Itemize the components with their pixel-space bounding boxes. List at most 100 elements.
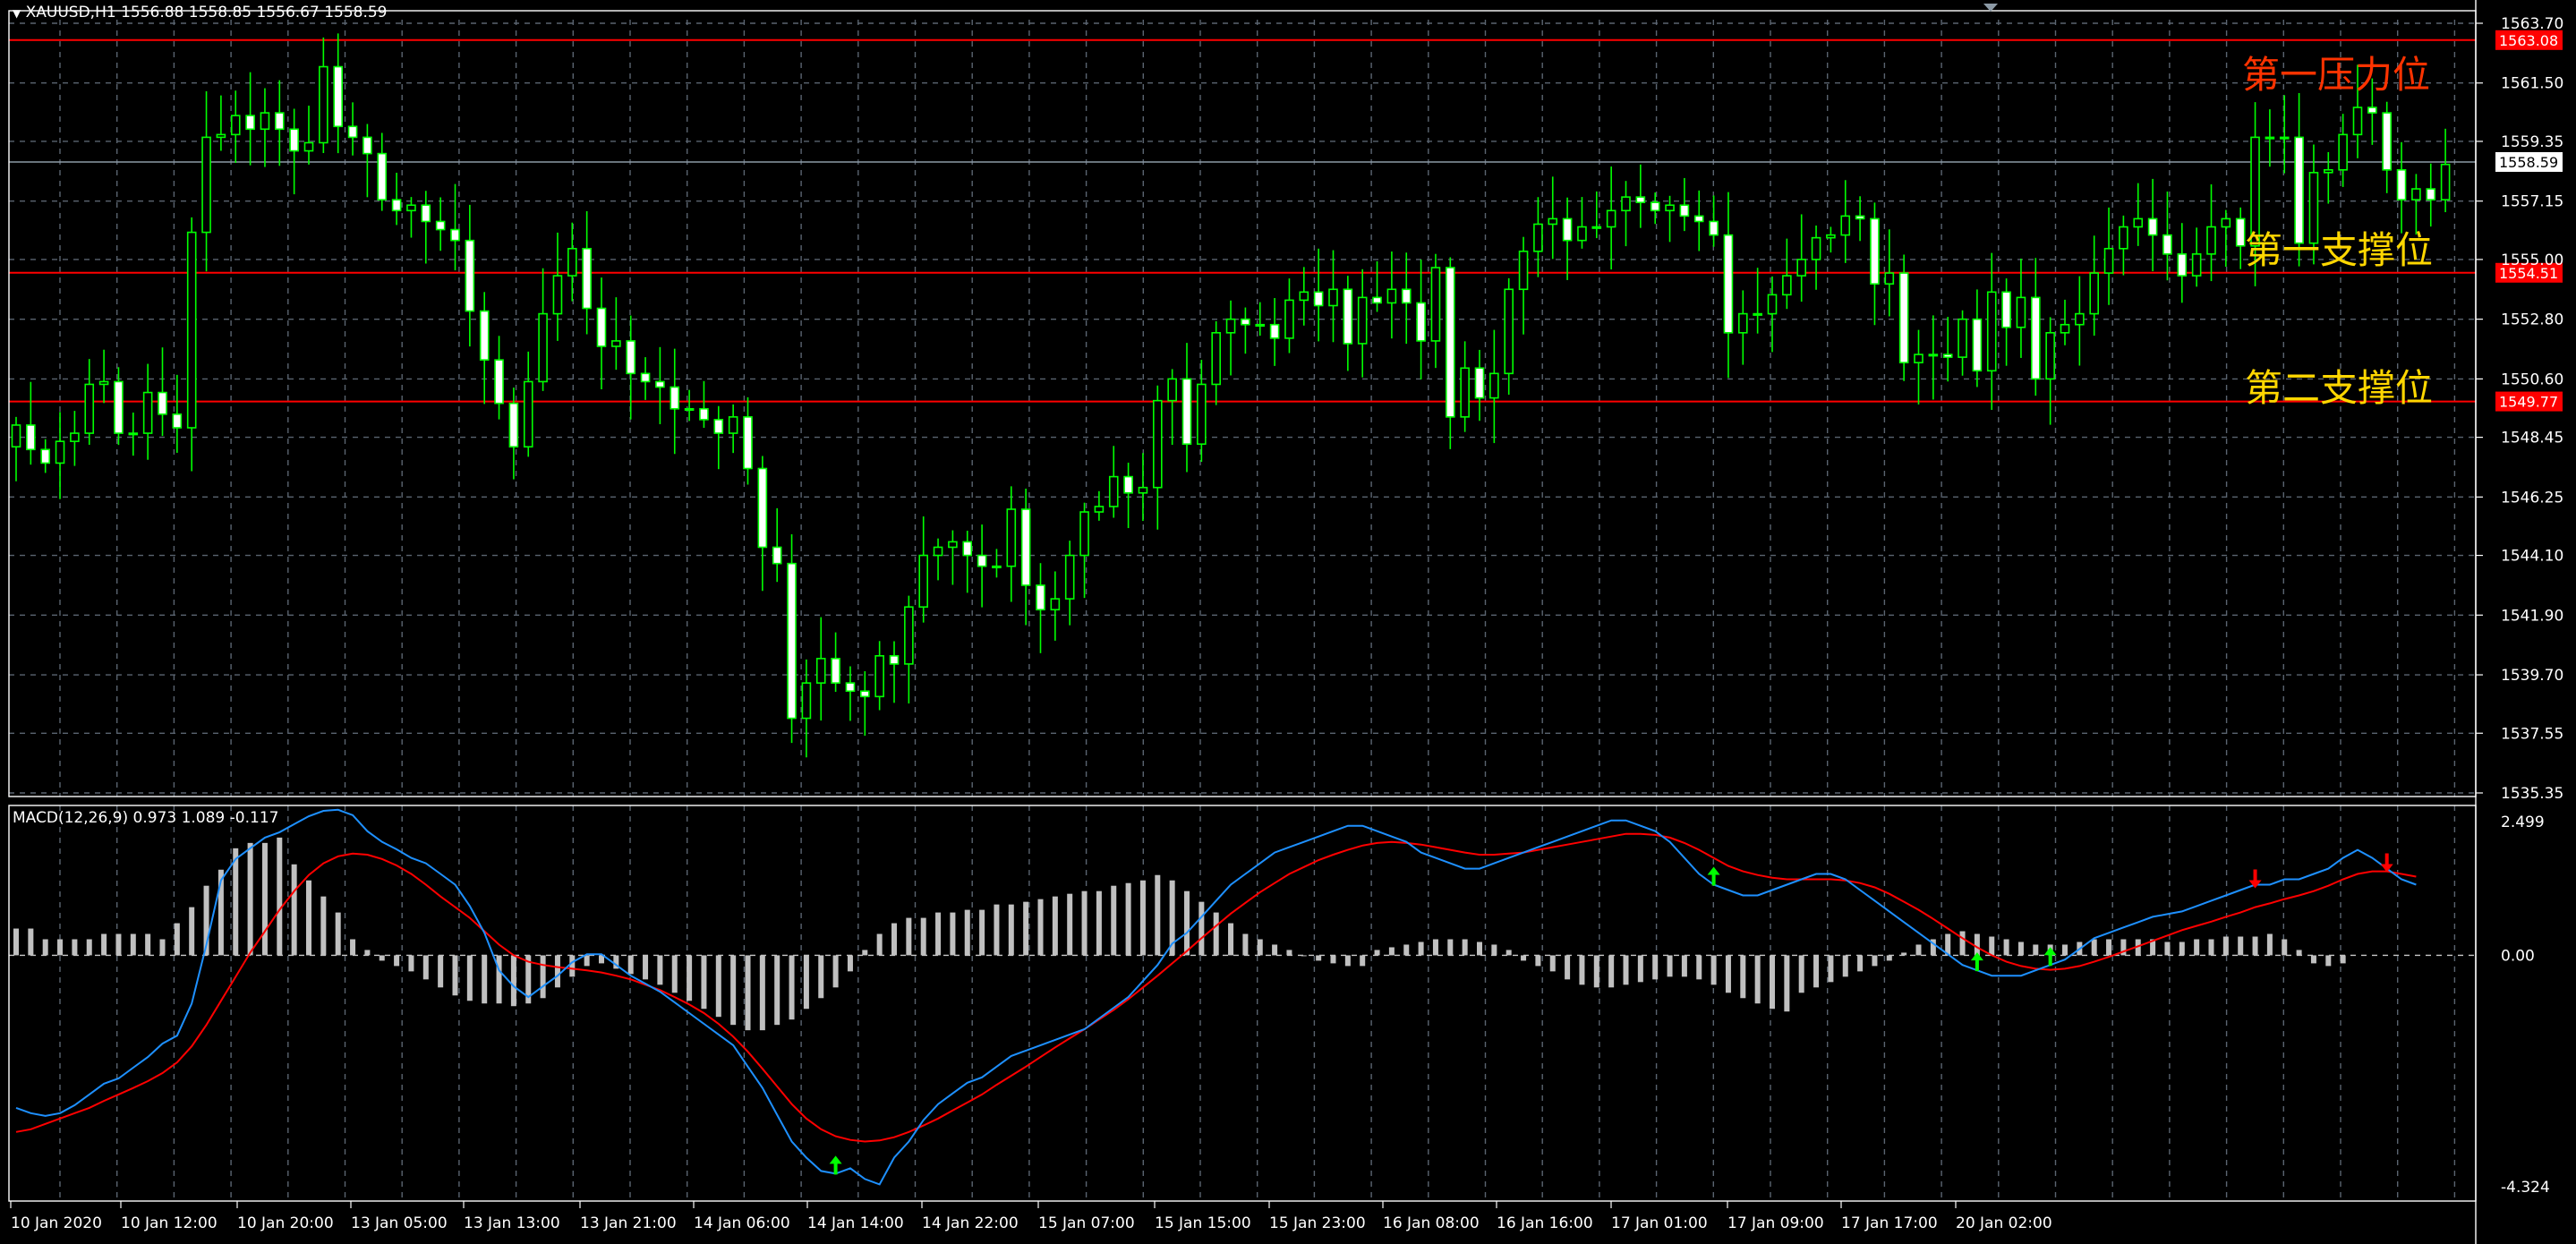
candle-body-bear — [1562, 217, 1573, 242]
histogram-bar — [2208, 939, 2214, 956]
histogram-bar — [759, 955, 765, 1031]
time-tick-label: 15 Jan 07:00 — [1038, 1214, 1135, 1232]
histogram-bar — [1125, 882, 1131, 956]
histogram-bar — [1023, 901, 1029, 956]
histogram-bar — [1418, 942, 1424, 956]
histogram-bar — [174, 923, 180, 956]
histogram-bar — [1081, 890, 1088, 956]
candle-body-bull — [1006, 508, 1017, 567]
histogram-bar — [1901, 952, 1907, 956]
candle-body-bull — [98, 380, 109, 386]
candle-body-bull — [1884, 272, 1895, 285]
candle-body-bear — [158, 391, 167, 415]
histogram-bar — [1008, 904, 1014, 956]
histogram-bar — [28, 928, 34, 956]
candle-body-bull — [1197, 383, 1207, 445]
sell-arrow-icon — [2380, 853, 2393, 873]
candle-body-bear — [26, 424, 36, 451]
histogram-bar — [1915, 944, 1922, 956]
time-tick-label: 17 Jan 17:00 — [1841, 1214, 1938, 1232]
macd-header: MACD(12,26,9) 0.973 1.089 -0.117 — [13, 809, 279, 827]
candle-body-bull — [201, 136, 211, 234]
level-price-tag-label: 1549.77 — [2499, 394, 2558, 411]
histogram-bar — [1228, 923, 1234, 956]
candle-body-bull — [1386, 288, 1397, 304]
histogram-bar — [1623, 955, 1629, 985]
candle-body-bull — [2206, 226, 2216, 255]
histogram-bar — [687, 955, 693, 1001]
price-tick-label: 1537.55 — [2501, 725, 2563, 743]
candle-body-bull — [70, 432, 80, 442]
histogram-bar — [2296, 950, 2302, 956]
histogram-bar — [1637, 955, 1643, 983]
time-tick-label: 14 Jan 22:00 — [922, 1214, 1019, 1232]
histogram-bar — [2033, 944, 2039, 956]
histogram-bar — [1813, 955, 1820, 988]
candle-body-bear — [2235, 217, 2246, 247]
price-tick-label: 1557.15 — [2501, 193, 2563, 211]
candle-body-bull — [1489, 372, 1499, 399]
candle-body-bear — [2177, 253, 2188, 277]
histogram-bar — [1096, 890, 1102, 956]
candle-body-bear — [1942, 354, 1953, 358]
histogram-bar — [569, 955, 576, 977]
candle-body-bull — [523, 380, 533, 448]
candle-body-bull — [2060, 323, 2070, 334]
histogram-bar — [1608, 955, 1615, 988]
candle-body-bull — [1738, 312, 1748, 334]
signal-arrows — [829, 853, 2393, 1175]
candle-body-bear — [962, 541, 973, 557]
price-tick-label: 1544.10 — [2501, 548, 2563, 566]
candle-body-bear — [640, 372, 651, 383]
candle-body-bear — [1446, 267, 1455, 418]
candle-body-bear — [1416, 302, 1426, 342]
histogram-bar — [1798, 955, 1804, 993]
candle-body-bear — [1372, 296, 1382, 304]
histogram-bar — [247, 842, 253, 956]
candle-body-bear — [596, 307, 607, 347]
histogram-bar — [832, 955, 839, 988]
candle-body-bull — [1796, 259, 1806, 277]
price-pane-frame — [8, 10, 2477, 797]
candle-body-bull — [1460, 367, 1470, 418]
candle-body-bear — [2367, 107, 2377, 114]
candle-body-bull — [1533, 223, 1543, 252]
price-tick-label: 1552.80 — [2501, 311, 2563, 329]
histogram-bar — [847, 955, 853, 972]
histogram-bar — [1403, 944, 1410, 956]
histogram-bar — [1725, 955, 1731, 993]
time-tick-label: 13 Jan 05:00 — [351, 1214, 448, 1232]
candle-body-bull — [2016, 296, 2026, 328]
histogram-bar — [1139, 880, 1146, 956]
price-tick-label: 1546.25 — [2501, 489, 2563, 507]
histogram-bar — [774, 955, 780, 1026]
candle-body-bear — [245, 115, 255, 131]
price-tick-label: 1548.45 — [2501, 430, 2563, 447]
histogram-bar — [320, 896, 327, 956]
candle-body-bull — [1225, 318, 1236, 334]
candle-body-bear — [435, 220, 446, 231]
candle-body-bull — [1840, 215, 1851, 236]
price-tick-label: 1561.50 — [2501, 75, 2563, 93]
histogram-bar — [1754, 955, 1761, 1004]
histogram-bar — [1535, 955, 1541, 967]
trading-chart[interactable]: 1563.081554.511549.771558.59 1563.701561… — [0, 0, 2576, 1244]
histogram-bar — [862, 950, 868, 956]
candle-body-bull — [1357, 296, 1368, 345]
histogram-bar — [1184, 890, 1190, 956]
histogram-bar — [2194, 939, 2200, 956]
histogram-bar — [2340, 955, 2346, 964]
histogram-bar — [1037, 899, 1044, 956]
candle-body-bear — [1693, 215, 1704, 223]
candle-body-bull — [2352, 107, 2363, 136]
chart-menu-icon[interactable]: ▼ — [13, 7, 21, 20]
price-levels[interactable]: 1563.081554.511549.771558.59 — [9, 30, 2563, 412]
histogram-bar — [408, 955, 414, 972]
time-tick-label: 17 Jan 01:00 — [1611, 1214, 1708, 1232]
candle-body-bull — [552, 275, 563, 315]
histogram-bar — [1155, 874, 1161, 956]
histogram-bar — [2003, 939, 2009, 956]
macd-tick-label: -4.324 — [2501, 1179, 2550, 1197]
candle-body-bear — [1474, 367, 1485, 399]
candle-body-bull — [84, 383, 95, 434]
